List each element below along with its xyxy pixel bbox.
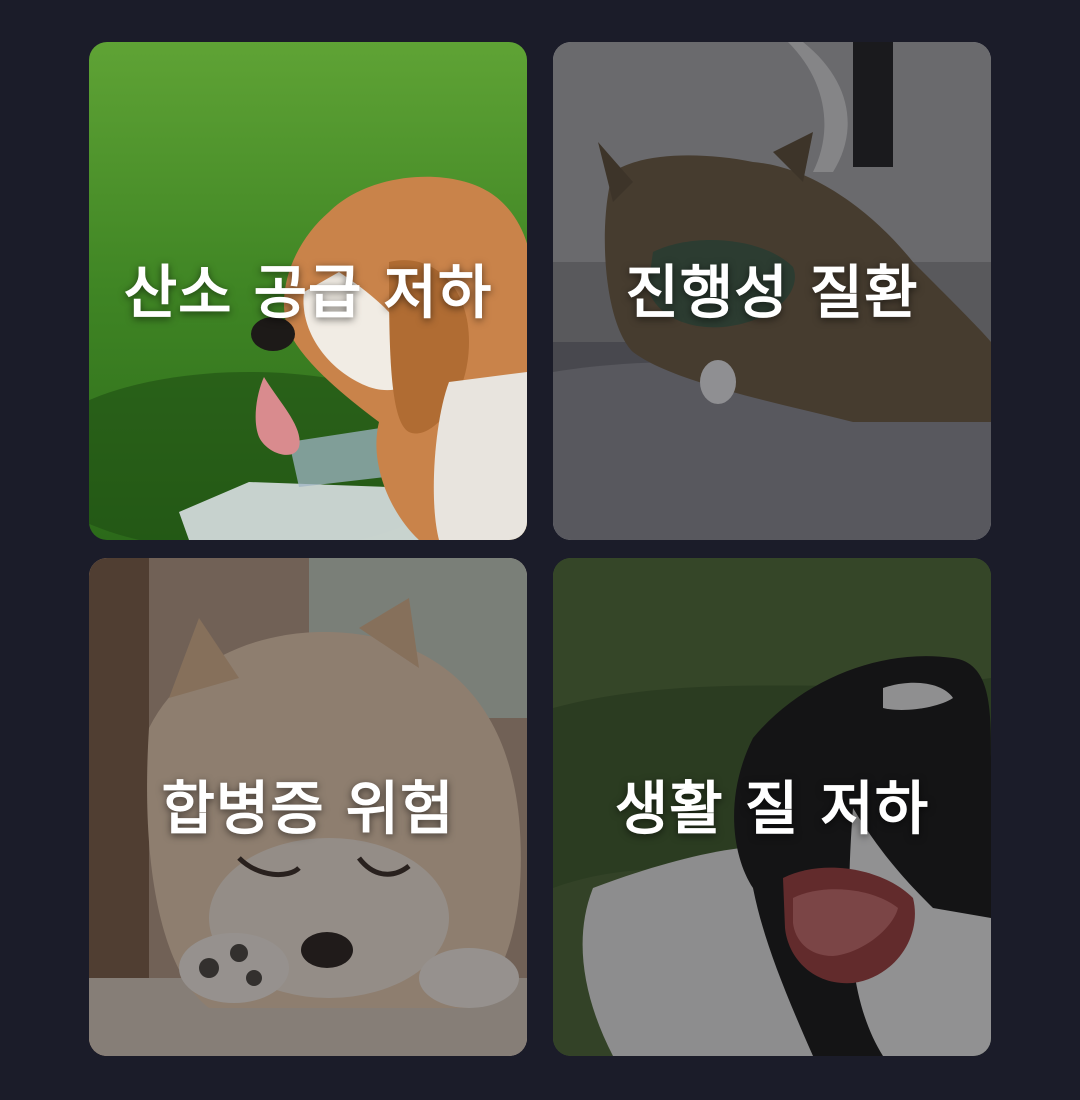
card-label: 합병증 위험: [161, 774, 455, 843]
card-complication-risk: 합병증 위험: [89, 558, 527, 1056]
card-label: 산소 공급 저하: [123, 258, 493, 327]
card-label: 생활 질 저하: [614, 774, 930, 843]
card-oxygen-supply: 산소 공급 저하: [89, 42, 527, 540]
card-label: 진행성 질환: [625, 258, 919, 327]
card-progressive-disease: 진행성 질환: [553, 42, 991, 540]
symptom-card-grid: 산소 공급 저하 진행성 질환 합병증 위험 생활 질 저하: [89, 42, 991, 1056]
card-quality-of-life: 생활 질 저하: [553, 558, 991, 1056]
